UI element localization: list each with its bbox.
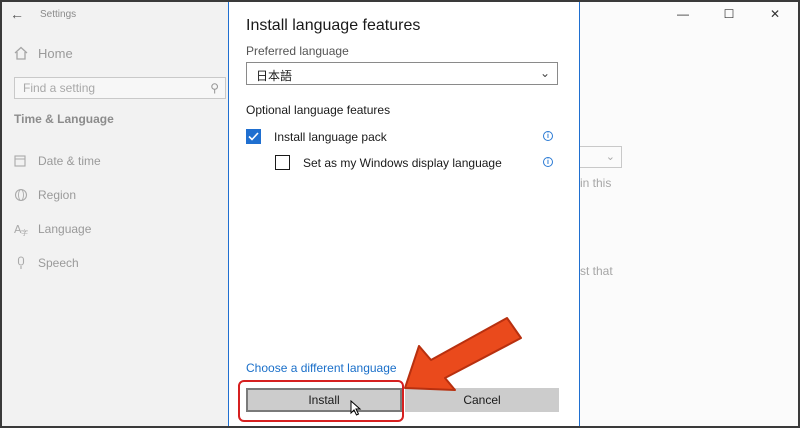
- window-controls: — ☐ ✕: [660, 2, 798, 26]
- sidebar-item-label: Region: [38, 188, 77, 202]
- dialog-title: Install language features: [246, 17, 421, 34]
- back-arrow-icon[interactable]: ←: [2, 6, 32, 22]
- language-icon: A 字: [14, 223, 28, 236]
- display-language-option[interactable]: Set as my Windows display language: [275, 155, 502, 170]
- settings-content-pane: — ☐ ✕ ⌄ in this st that: [578, 2, 798, 426]
- maximize-icon[interactable]: ☐: [706, 2, 752, 26]
- screenshot-frame: ← Settings Home Find a setting ⚲ Time & …: [2, 2, 798, 426]
- install-language-pack-option[interactable]: Install language pack: [246, 129, 387, 144]
- sidebar-item-language[interactable]: A 字 Language: [14, 222, 91, 236]
- checkmark-icon: [248, 132, 259, 141]
- settings-titlebar: ← Settings: [2, 2, 230, 26]
- background-text: st that: [580, 264, 613, 278]
- mouse-cursor-icon: [350, 400, 362, 416]
- svg-text:字: 字: [21, 228, 28, 236]
- install-language-pack-checkbox[interactable]: [246, 129, 261, 144]
- minimize-icon[interactable]: —: [660, 2, 706, 26]
- preferred-language-label: Preferred language: [246, 44, 349, 58]
- window-title: Settings: [40, 8, 77, 20]
- chevron-down-icon: ⌄: [539, 66, 550, 80]
- microphone-icon: [17, 256, 25, 269]
- home-icon: [14, 46, 28, 60]
- sidebar-item-label: Language: [38, 222, 92, 236]
- optional-features-label: Optional language features: [246, 103, 391, 117]
- calendar-clock-icon: [14, 155, 26, 167]
- section-heading: Time & Language: [14, 112, 114, 126]
- settings-sidebar: ← Settings Home Find a setting ⚲ Time & …: [2, 2, 230, 426]
- sidebar-item-speech[interactable]: Speech: [14, 256, 79, 270]
- globe-icon: [14, 188, 28, 202]
- info-icon[interactable]: i: [543, 131, 553, 141]
- install-highlight-box: [238, 380, 404, 422]
- option-label: Install language pack: [274, 129, 387, 144]
- option-label: Set as my Windows display language: [303, 155, 502, 170]
- info-icon[interactable]: i: [543, 157, 553, 167]
- selected-language: 日本語: [256, 69, 293, 83]
- red-arrow-icon: [404, 317, 522, 391]
- sidebar-item-region[interactable]: Region: [14, 188, 76, 202]
- sidebar-item-date-time[interactable]: Date & time: [14, 154, 101, 168]
- home-nav-item[interactable]: Home: [12, 44, 73, 62]
- background-text: in this: [580, 176, 612, 190]
- choose-different-language-link[interactable]: Choose a different language: [246, 361, 397, 375]
- preferred-language-select[interactable]: 日本語 ⌄: [246, 62, 558, 85]
- background-dropdown[interactable]: ⌄: [578, 146, 622, 168]
- display-language-checkbox[interactable]: [275, 155, 290, 170]
- search-icon[interactable]: ⚲: [210, 81, 219, 95]
- sidebar-item-label: Date & time: [38, 154, 101, 168]
- home-label: Home: [38, 45, 73, 61]
- sidebar-item-label: Speech: [38, 256, 79, 270]
- search-placeholder: Find a setting: [23, 81, 96, 95]
- close-icon[interactable]: ✕: [752, 2, 798, 26]
- chevron-down-icon: ⌄: [605, 151, 615, 163]
- search-input[interactable]: Find a setting ⚲: [14, 77, 226, 99]
